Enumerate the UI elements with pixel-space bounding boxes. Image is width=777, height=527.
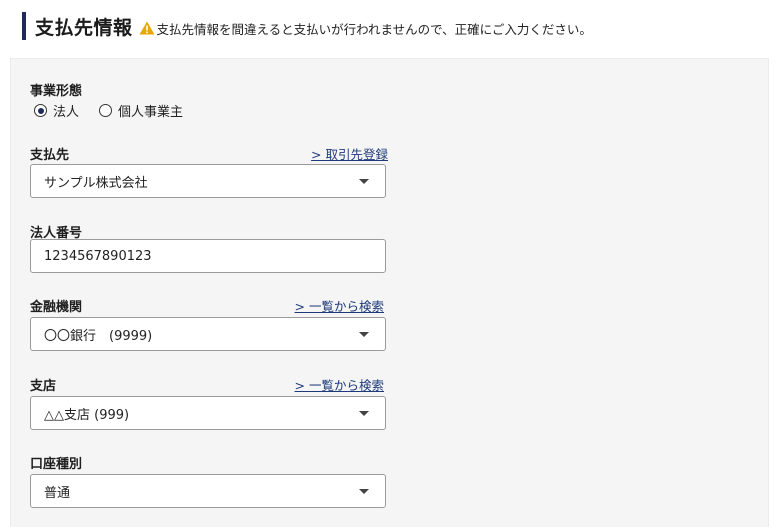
chevron-down-icon: [359, 179, 369, 184]
branch-select[interactable]: △△支店 (999): [30, 396, 386, 430]
account-type-select[interactable]: 普通: [30, 474, 386, 508]
radio-sole-proprietor[interactable]: 個人事業主: [99, 101, 183, 120]
chevron-down-icon: [359, 411, 369, 416]
radio-unchecked-icon[interactable]: [99, 104, 113, 117]
radio-sole-proprietor-label: 個人事業主: [118, 105, 184, 120]
radio-checked-icon[interactable]: [34, 104, 47, 117]
business-type-radio-group: 法人 個人事業主: [34, 101, 203, 120]
warning-notice: 支払先情報を間違えると支払いが行われませんので、正確にご入力ください。: [139, 19, 592, 38]
page-title: 支払先情報: [35, 16, 133, 39]
payee-info-page: 支払先情報 支払先情報を間違えると支払いが行われませんので、正確にご入力ください…: [0, 0, 777, 527]
corporate-number-input[interactable]: 1234567890123: [30, 239, 386, 273]
register-client-link[interactable]: > 取引先登録: [311, 144, 388, 163]
chevron-down-icon: [359, 489, 369, 494]
bank-search-link[interactable]: > 一覧から検索: [295, 296, 384, 315]
business-type-label: 事業形態: [30, 84, 83, 99]
payee-select[interactable]: サンプル株式会社: [30, 164, 386, 198]
corporate-number-value: 1234567890123: [44, 248, 152, 264]
branch-label: 支店: [30, 379, 57, 394]
header-accent-bar: [22, 12, 26, 40]
form-panel: [10, 58, 769, 527]
account-type-select-value: 普通: [44, 485, 71, 501]
radio-corporation[interactable]: 法人: [34, 101, 79, 120]
account-type-label: 口座種別: [30, 457, 83, 472]
warning-text: 支払先情報を間違えると支払いが行われませんので、正確にご入力ください。: [156, 21, 592, 37]
payee-select-value: サンプル株式会社: [44, 175, 148, 191]
warning-icon: [139, 21, 155, 35]
payee-label: 支払先: [30, 148, 70, 163]
section-header: 支払先情報 支払先情報を間違えると支払いが行われませんので、正確にご入力ください…: [22, 12, 592, 40]
bank-select[interactable]: 〇〇銀行 (9999): [30, 317, 386, 351]
bank-label: 金融機関: [30, 300, 83, 315]
branch-search-link[interactable]: > 一覧から検索: [295, 375, 384, 394]
radio-corporation-label: 法人: [53, 105, 80, 120]
chevron-down-icon: [359, 332, 369, 337]
bank-select-value: 〇〇銀行 (9999): [44, 328, 153, 344]
branch-select-value: △△支店 (999): [44, 407, 130, 423]
